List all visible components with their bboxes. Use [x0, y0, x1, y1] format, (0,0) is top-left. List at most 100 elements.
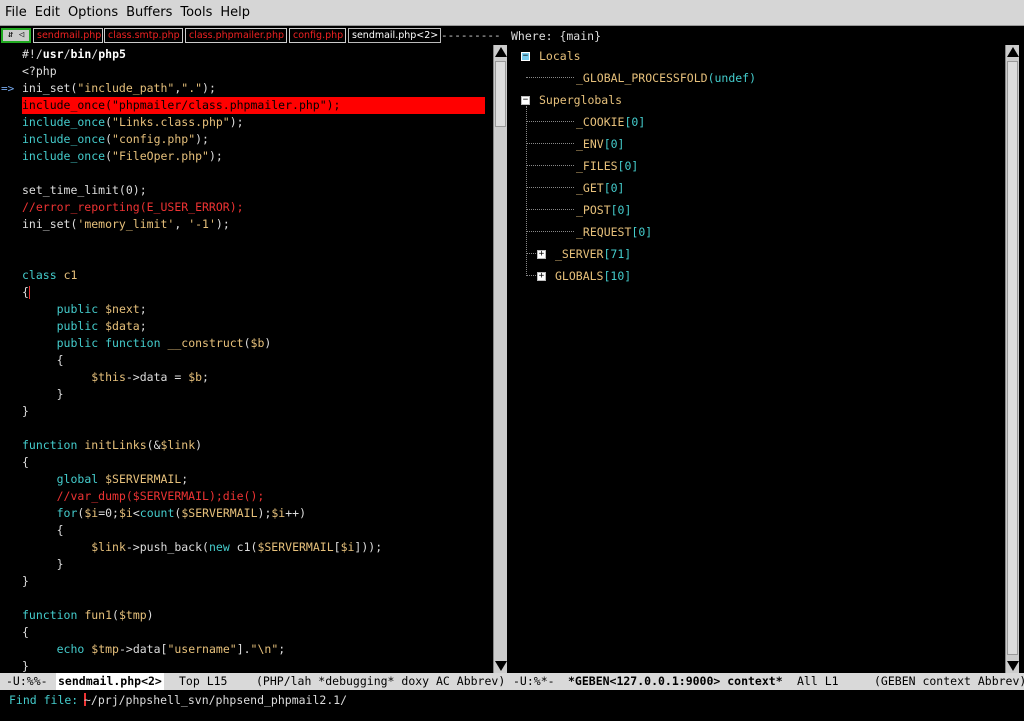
tree-guide [526, 121, 574, 122]
code-token: ) [146, 608, 154, 622]
tree-node-_request[interactable]: _REQUEST[0] [576, 224, 652, 241]
context-scrollbar[interactable] [1005, 45, 1019, 673]
code-line[interactable]: #!/usr/bin/php5 [22, 46, 485, 63]
collapse-superglobals-icon[interactable]: − [521, 96, 530, 105]
menu-item-options[interactable]: Options [63, 0, 121, 26]
code-line[interactable]: set_time_limit(0); [22, 182, 485, 199]
tree-node-_get[interactable]: _GET[0] [576, 180, 624, 197]
code-line[interactable]: function initLinks(&$link) [22, 437, 485, 454]
menu-item-help[interactable]: Help [215, 0, 253, 26]
code-line[interactable]: { [22, 352, 485, 369]
tab-sendmail-php-2-[interactable]: sendmail.php<2> [348, 28, 441, 43]
expand-globals-icon[interactable]: + [537, 272, 546, 281]
code-line[interactable]: } [22, 573, 485, 590]
context-window[interactable]: − Locals _GLOBAL_PROCESSFOLD(undef) − Superg… [512, 45, 1024, 673]
scroll-down-icon[interactable] [1007, 661, 1019, 671]
code-token: ( [105, 115, 113, 129]
code-line[interactable]: for($i=0;$i<count($SERVERMAIL);$i++) [22, 505, 485, 522]
scroll-down-icon[interactable] [495, 661, 507, 671]
tree-node-globals[interactable]: GLOBALS[10] [555, 268, 631, 285]
scroll-thumb[interactable] [495, 61, 506, 127]
menu-item-buffers[interactable]: Buffers [121, 0, 175, 26]
code-token: $b [250, 336, 265, 350]
code-token: { [22, 523, 64, 537]
code-line[interactable]: } [22, 403, 485, 420]
source-scrollbar[interactable] [493, 45, 507, 673]
code-token: usr [42, 47, 64, 61]
tab-class-phpmailer-php[interactable]: class.phpmailer.php [185, 28, 287, 43]
code-line[interactable] [22, 420, 485, 437]
code-line[interactable]: public function __construct($b) [22, 335, 485, 352]
code-line[interactable]: $link->push_back(new c1($SERVERMAIL[$i])… [22, 539, 485, 556]
code-line[interactable]: } [22, 658, 485, 673]
code-line[interactable]: } [22, 386, 485, 403]
tree-node-count: [71] [603, 247, 632, 261]
tree-node-_post[interactable]: _POST[0] [576, 202, 631, 219]
code-line[interactable]: //var_dump($SERVERMAIL);die(); [22, 488, 485, 505]
scroll-thumb[interactable] [1007, 61, 1018, 655]
code-token: //var_dump($SERVERMAIL);die(); [56, 489, 265, 503]
tree-node-_env[interactable]: _ENV[0] [576, 136, 624, 153]
code-line[interactable]: function fun1($tmp) [22, 607, 485, 624]
left-buffer-name[interactable]: sendmail.php<2> [56, 673, 164, 690]
code-line[interactable] [22, 165, 485, 182]
code-line[interactable] [22, 590, 485, 607]
code-line[interactable]: $this->data = $b; [22, 369, 485, 386]
code-line[interactable]: ini_set('memory_limit', '-1'); [22, 216, 485, 233]
scroll-up-icon[interactable] [495, 47, 507, 57]
tab-class-smtp-php[interactable]: class.smtp.php [104, 28, 183, 43]
code-line[interactable]: <?php [22, 63, 485, 80]
code-line[interactable]: class c1 [22, 267, 485, 284]
menu-item-file[interactable]: File [0, 0, 30, 26]
code-token: __construct [167, 336, 244, 350]
tree-node-label: _FILES [576, 159, 618, 173]
code-line[interactable] [22, 250, 485, 267]
code-line[interactable]: echo $tmp->data["username"]."\n"; [22, 641, 485, 658]
tree-node-label: _REQUEST [576, 225, 632, 239]
tree-node-locals-child[interactable]: _GLOBAL_PROCESSFOLD(undef) [576, 70, 756, 87]
code-token: fun1 [84, 608, 113, 622]
source-window[interactable]: => #!/usr/bin/php5 <?php ini_set("include_… [0, 45, 510, 673]
tab-sendmail-php[interactable]: sendmail.php [33, 28, 103, 43]
scroll-up-icon[interactable] [1007, 47, 1019, 57]
code-line[interactable]: public $next; [22, 301, 485, 318]
tab-config-php[interactable]: config.php [289, 28, 346, 43]
code-token: ); [195, 132, 209, 146]
code-line[interactable]: { [22, 454, 485, 471]
code-line[interactable]: //error_reporting(E_USER_ERROR); [22, 199, 485, 216]
collapse-locals-icon[interactable]: − [521, 52, 530, 61]
breakpoint-line[interactable]: include_once("phpmailer/class.phpmailer.… [22, 97, 485, 114]
code-line[interactable]: { [22, 284, 485, 301]
code-area[interactable]: #!/usr/bin/php5 <?php ini_set("include_pat… [22, 46, 485, 673]
menu-item-edit[interactable]: Edit [30, 0, 63, 26]
left-modes[interactable]: (PHP/lah *debugging* doxy AC Abbrev) [256, 673, 505, 690]
code-line[interactable]: include_once("FileOper.php"); [22, 148, 485, 165]
code-line[interactable]: { [22, 624, 485, 641]
code-line[interactable]: include_once("config.php"); [22, 131, 485, 148]
code-line[interactable]: } [22, 556, 485, 573]
code-line[interactable]: global $SERVERMAIL; [22, 471, 485, 488]
code-line[interactable]: ini_set("include_path","."); [22, 80, 485, 97]
tree-node-label: _POST [576, 203, 611, 217]
code-line[interactable] [22, 233, 485, 250]
minibuffer-prompt: Find file: [9, 693, 79, 707]
menu-item-tools[interactable]: Tools [175, 0, 215, 26]
tree-node-locals[interactable]: Locals [539, 48, 581, 65]
tree-node-_cookie[interactable]: _COOKIE[0] [576, 114, 645, 131]
right-buffer-name[interactable]: *GEBEN<127.0.0.1:9000> context* [568, 673, 783, 690]
right-modes[interactable]: (GEBEN context Abbrev) [874, 673, 1024, 690]
right-status: -U:%*- [513, 674, 555, 688]
code-line[interactable]: { [22, 522, 485, 539]
tab-control-buttons[interactable]: ⇵ ◁ ▷ [1, 28, 31, 51]
code-token: ]. [236, 642, 251, 656]
tree-node-superglobals[interactable]: Superglobals [539, 92, 622, 109]
tree-node-_server[interactable]: _SERVER[71] [555, 246, 631, 263]
minibuffer[interactable]: Find file: ~/prj/phpshell_svn/phpsend_ph… [0, 690, 1024, 721]
expand-_server-icon[interactable]: + [537, 250, 546, 259]
code-token: "username" [167, 642, 237, 656]
code-line[interactable]: include_once("Links.class.php"); [22, 114, 485, 131]
find-file-input[interactable]: ~/prj/phpshell_svn/phpsend_phpmail2.1/ [84, 691, 347, 709]
tree-node-_files[interactable]: _FILES[0] [576, 158, 638, 175]
code-line[interactable]: public $data; [22, 318, 485, 335]
